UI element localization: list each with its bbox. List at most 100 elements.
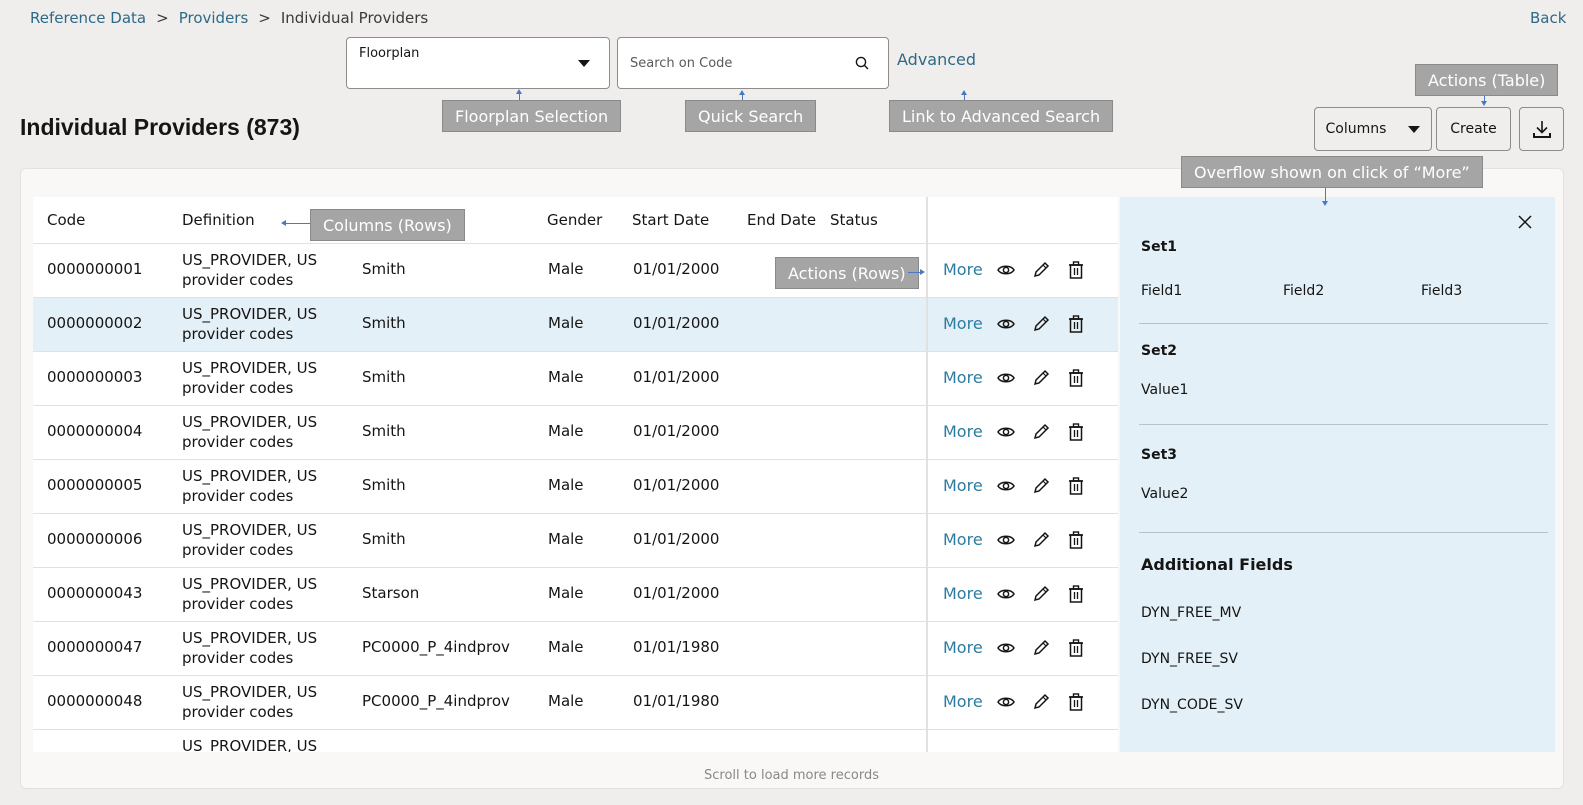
divider bbox=[1139, 323, 1548, 324]
annotation-arrow-tip bbox=[1481, 101, 1487, 106]
view-icon[interactable] bbox=[995, 259, 1017, 281]
set3-title: Set3 bbox=[1141, 447, 1178, 463]
definition-line: provider codes bbox=[182, 649, 294, 667]
table-header: Code Definition Gender Start Date End Da… bbox=[33, 197, 1118, 244]
view-icon[interactable] bbox=[995, 583, 1017, 605]
more-link[interactable]: More bbox=[943, 368, 983, 387]
breadcrumb-current: Individual Providers bbox=[280, 9, 429, 27]
view-icon[interactable] bbox=[995, 475, 1017, 497]
floorplan-select[interactable]: Floorplan bbox=[346, 37, 610, 89]
table-row[interactable]: 0000000043 US_PROVIDER, US provider codes S… bbox=[33, 568, 1118, 622]
set3-value2: Value2 bbox=[1141, 486, 1189, 502]
table-row[interactable]: 0000000004 US_PROVIDER, US provider codes S… bbox=[33, 406, 1118, 460]
definition-line: US_PROVIDER, US bbox=[182, 251, 318, 269]
table-row[interactable]: 0000000005 US_PROVIDER, US provider codes S… bbox=[33, 460, 1118, 514]
cell-code: 0000000043 bbox=[47, 584, 143, 602]
cell-start-date: 01/01/2000 bbox=[633, 260, 720, 278]
annotation-arrow-tip bbox=[739, 90, 745, 95]
cell-code: 0000000002 bbox=[47, 314, 143, 332]
breadcrumb-providers[interactable]: Providers bbox=[179, 9, 249, 27]
cell-definition: US_PROVIDER, US provider codes bbox=[182, 682, 317, 722]
close-icon[interactable] bbox=[1517, 214, 1533, 230]
delete-icon[interactable] bbox=[1065, 421, 1087, 443]
additional-field: DYN_CODE_SV bbox=[1141, 697, 1243, 713]
create-button[interactable]: Create bbox=[1436, 107, 1511, 151]
table-row[interactable]: 0000000006 US_PROVIDER, US provider codes S… bbox=[33, 514, 1118, 568]
delete-icon[interactable] bbox=[1065, 259, 1087, 281]
edit-icon[interactable] bbox=[1030, 313, 1052, 335]
divider bbox=[1139, 532, 1548, 533]
edit-icon[interactable] bbox=[1030, 583, 1052, 605]
table-row[interactable]: US_PROVIDER, US bbox=[33, 730, 1118, 752]
cell-definition: US_PROVIDER, US provider codes bbox=[182, 466, 317, 506]
cell-start-date: 01/01/2000 bbox=[633, 314, 720, 332]
delete-icon[interactable] bbox=[1065, 637, 1087, 659]
cell-gender: Male bbox=[548, 530, 584, 548]
edit-icon[interactable] bbox=[1030, 421, 1052, 443]
column-header-definition[interactable]: Definition bbox=[182, 211, 255, 229]
breadcrumb: Reference Data > Providers > Individual … bbox=[30, 9, 428, 27]
annotation-actions-table: Actions (Table) bbox=[1415, 64, 1559, 96]
annotation-arrow-tip bbox=[281, 220, 286, 226]
cell-definition: US_PROVIDER, US provider codes bbox=[182, 304, 317, 344]
delete-icon[interactable] bbox=[1065, 475, 1087, 497]
column-header-end-date[interactable]: End Date bbox=[747, 211, 816, 229]
delete-icon[interactable] bbox=[1065, 583, 1087, 605]
advanced-search-link[interactable]: Advanced bbox=[897, 50, 976, 69]
download-button[interactable] bbox=[1519, 107, 1564, 151]
definition-line: provider codes bbox=[182, 595, 294, 613]
cell-start-date: 01/01/2000 bbox=[633, 476, 720, 494]
breadcrumb-reference-data[interactable]: Reference Data bbox=[30, 9, 146, 27]
more-link[interactable]: More bbox=[943, 314, 983, 333]
edit-icon[interactable] bbox=[1030, 529, 1052, 551]
more-link[interactable]: More bbox=[943, 476, 983, 495]
annotation-arrow bbox=[286, 223, 310, 224]
more-link[interactable]: More bbox=[943, 584, 983, 603]
more-link[interactable]: More bbox=[943, 260, 983, 279]
actions-divider bbox=[926, 197, 928, 752]
view-icon[interactable] bbox=[995, 637, 1017, 659]
table-row[interactable]: 0000000047 US_PROVIDER, US provider codes P… bbox=[33, 622, 1118, 676]
table-row[interactable]: 0000000003 US_PROVIDER, US provider codes S… bbox=[33, 352, 1118, 406]
definition-line: US_PROVIDER, US bbox=[182, 467, 318, 485]
delete-icon[interactable] bbox=[1065, 367, 1087, 389]
cell-definition: US_PROVIDER, US provider codes bbox=[182, 250, 317, 290]
delete-icon[interactable] bbox=[1065, 529, 1087, 551]
search-input[interactable] bbox=[630, 52, 840, 74]
cell-name: Smith bbox=[362, 422, 406, 440]
edit-icon[interactable] bbox=[1030, 367, 1052, 389]
more-link[interactable]: More bbox=[943, 530, 983, 549]
column-header-status[interactable]: Status bbox=[830, 211, 878, 229]
column-header-start-date[interactable]: Start Date bbox=[632, 211, 709, 229]
annotation-floorplan-selection: Floorplan Selection bbox=[442, 100, 622, 132]
view-icon[interactable] bbox=[995, 313, 1017, 335]
breadcrumb-separator: > bbox=[258, 9, 271, 27]
edit-icon[interactable] bbox=[1030, 637, 1052, 659]
view-icon[interactable] bbox=[995, 421, 1017, 443]
edit-icon[interactable] bbox=[1030, 691, 1052, 713]
cell-start-date: 01/01/1980 bbox=[633, 692, 720, 710]
delete-icon[interactable] bbox=[1065, 691, 1087, 713]
definition-line: provider codes bbox=[182, 271, 294, 289]
more-link[interactable]: More bbox=[943, 638, 983, 657]
back-link[interactable]: Back bbox=[1530, 9, 1566, 27]
more-link[interactable]: More bbox=[943, 422, 983, 441]
columns-button[interactable]: Columns bbox=[1314, 107, 1432, 151]
definition-line: US_PROVIDER, US bbox=[182, 413, 318, 431]
delete-icon[interactable] bbox=[1065, 313, 1087, 335]
edit-icon[interactable] bbox=[1030, 475, 1052, 497]
definition-line: US_PROVIDER, US bbox=[182, 629, 318, 647]
column-header-gender[interactable]: Gender bbox=[547, 211, 602, 229]
view-icon[interactable] bbox=[995, 367, 1017, 389]
more-link[interactable]: More bbox=[943, 692, 983, 711]
definition-line: provider codes bbox=[182, 487, 294, 505]
table-row[interactable]: 0000000001 US_PROVIDER, US provider codes S… bbox=[33, 244, 1118, 298]
table-row[interactable]: 0000000048 US_PROVIDER, US provider codes P… bbox=[33, 676, 1118, 730]
set1-field1: Field1 bbox=[1141, 283, 1183, 299]
view-icon[interactable] bbox=[995, 529, 1017, 551]
edit-icon[interactable] bbox=[1030, 259, 1052, 281]
view-icon[interactable] bbox=[995, 691, 1017, 713]
table-row[interactable]: 0000000002 US_PROVIDER, US provider codes S… bbox=[33, 298, 1118, 352]
column-header-code[interactable]: Code bbox=[47, 211, 85, 229]
search-icon[interactable] bbox=[854, 55, 870, 71]
